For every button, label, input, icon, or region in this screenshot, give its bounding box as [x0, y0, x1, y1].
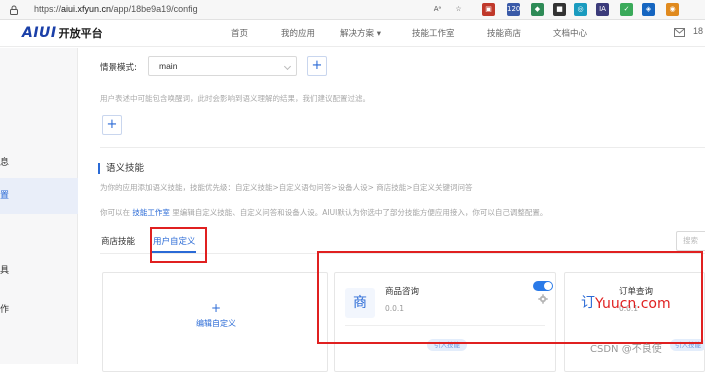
favorite-star-icon[interactable]: ☆ [452, 3, 465, 16]
sidebar: 息 置 具 作 [0, 48, 78, 364]
sidebar-item-ops[interactable]: 作 [0, 299, 78, 321]
ext-shield-icon[interactable]: ◈ [642, 3, 655, 16]
nav-solutions[interactable]: 解决方案 ▾ [340, 27, 381, 39]
url-scheme: https:// [34, 4, 62, 14]
read-aloud-icon[interactable]: Aᵃ [431, 3, 444, 16]
scene-mode-label: 情景模式: [100, 63, 137, 73]
sidebar-item-info[interactable]: 息 [0, 152, 78, 174]
nav-home[interactable]: 首页 [231, 27, 248, 39]
plus-icon: + [211, 301, 222, 315]
ext-vpn-icon[interactable]: ✓ [620, 3, 633, 16]
tab-store-skills[interactable]: 商店技能 [101, 235, 135, 247]
sidebar-item-label: 息 [0, 158, 10, 168]
add-scene-button[interactable]: + [307, 56, 327, 76]
lock-icon[interactable] [8, 4, 20, 16]
skill-priority-desc: 为你的应用添加语义技能，技能优先级：自定义技能>自定义语句问答>设备人设> 商店… [100, 183, 473, 192]
sidebar-item-label: 具 [0, 266, 10, 276]
user-id-text[interactable]: 18 [693, 26, 703, 36]
skill-studio-link[interactable]: 技能工作室 [132, 208, 170, 217]
url-host: aiui.xfyun.cn [61, 4, 112, 14]
skill-search-input[interactable]: 搜索 [676, 231, 705, 251]
ext-counter-icon[interactable]: 120 [507, 3, 520, 16]
add-custom-skill-card[interactable]: + 编辑自定义 [102, 272, 328, 372]
ext-orange-icon[interactable]: ◉ [666, 3, 679, 16]
sidebar-item-label: 作 [0, 305, 10, 315]
url-path: /app/18be9a19/config [111, 4, 198, 14]
desc-suffix: 里编辑自定义技能、自定义问答和设备人设。AIUI默认为你选中了部分技能方便应用接… [169, 208, 548, 217]
nav-docs[interactable]: 文档中心 [553, 27, 587, 39]
author-watermark: CSDN @不良使 [590, 344, 662, 355]
chevron-down-icon [283, 62, 292, 71]
skill-studio-desc: 你可以在 技能工作室 里编辑自定义技能、自定义问答和设备人设。AIUI默认为你选… [100, 207, 547, 218]
address-bar[interactable]: https://aiui.xfyun.cn/app/18be9a19/confi… [34, 4, 198, 14]
scene-mode-value: main [159, 61, 178, 71]
section-divider [100, 147, 705, 148]
ext-ia-icon[interactable]: IA [596, 3, 609, 16]
site-header: AIUI 开放平台 首页 我的应用 解决方案 ▾ 技能工作室 技能商店 文档中心… [0, 20, 705, 47]
plus-icon: + [106, 117, 118, 132]
site-logo[interactable]: AIUI 开放平台 [22, 25, 103, 41]
ext-cyan-icon[interactable]: ◎ [574, 3, 587, 16]
scene-mode-select[interactable]: main [148, 56, 297, 76]
nav-skill-store[interactable]: 技能商店 [487, 27, 521, 39]
ext-dark-icon[interactable]: ■ [553, 3, 566, 16]
wake-word-hint: 用户表述中可能包含唤醒词，此时会影响到语义理解的结果，我们建议配置过滤。 [100, 94, 370, 103]
sidebar-item-config[interactable]: 置 [0, 178, 78, 214]
sidebar-item-tools[interactable]: 具 [0, 260, 78, 282]
edit-custom-label: 编辑自定义 [196, 319, 236, 328]
search-placeholder: 搜索 [683, 236, 698, 245]
plus-icon: + [311, 58, 323, 73]
add-filter-button[interactable]: + [102, 115, 122, 135]
logo-platform-name: 开放平台 [58, 27, 103, 40]
main-content: 情景模式: main + 用户表述中可能包含唤醒词，此时会影响到语义理解的结果，… [78, 48, 705, 372]
ext-red-icon[interactable]: ▣ [482, 3, 495, 16]
sidebar-item-label: 置 [0, 191, 10, 201]
mail-icon[interactable] [674, 28, 685, 37]
site-watermark: Yuucn.com [595, 296, 671, 312]
highlight-box-tab [150, 227, 207, 263]
nav-skill-studio[interactable]: 技能工作室 [412, 27, 455, 39]
desc-prefix: 你可以在 [100, 208, 133, 217]
ext-green-icon[interactable]: ◆ [531, 3, 544, 16]
semantic-skills-title: 语义技能 [98, 163, 144, 174]
browser-toolbar: https://aiui.xfyun.cn/app/18be9a19/confi… [0, 0, 705, 20]
logo-aiui: AIUI [22, 25, 57, 41]
nav-my-apps[interactable]: 我的应用 [281, 27, 315, 39]
